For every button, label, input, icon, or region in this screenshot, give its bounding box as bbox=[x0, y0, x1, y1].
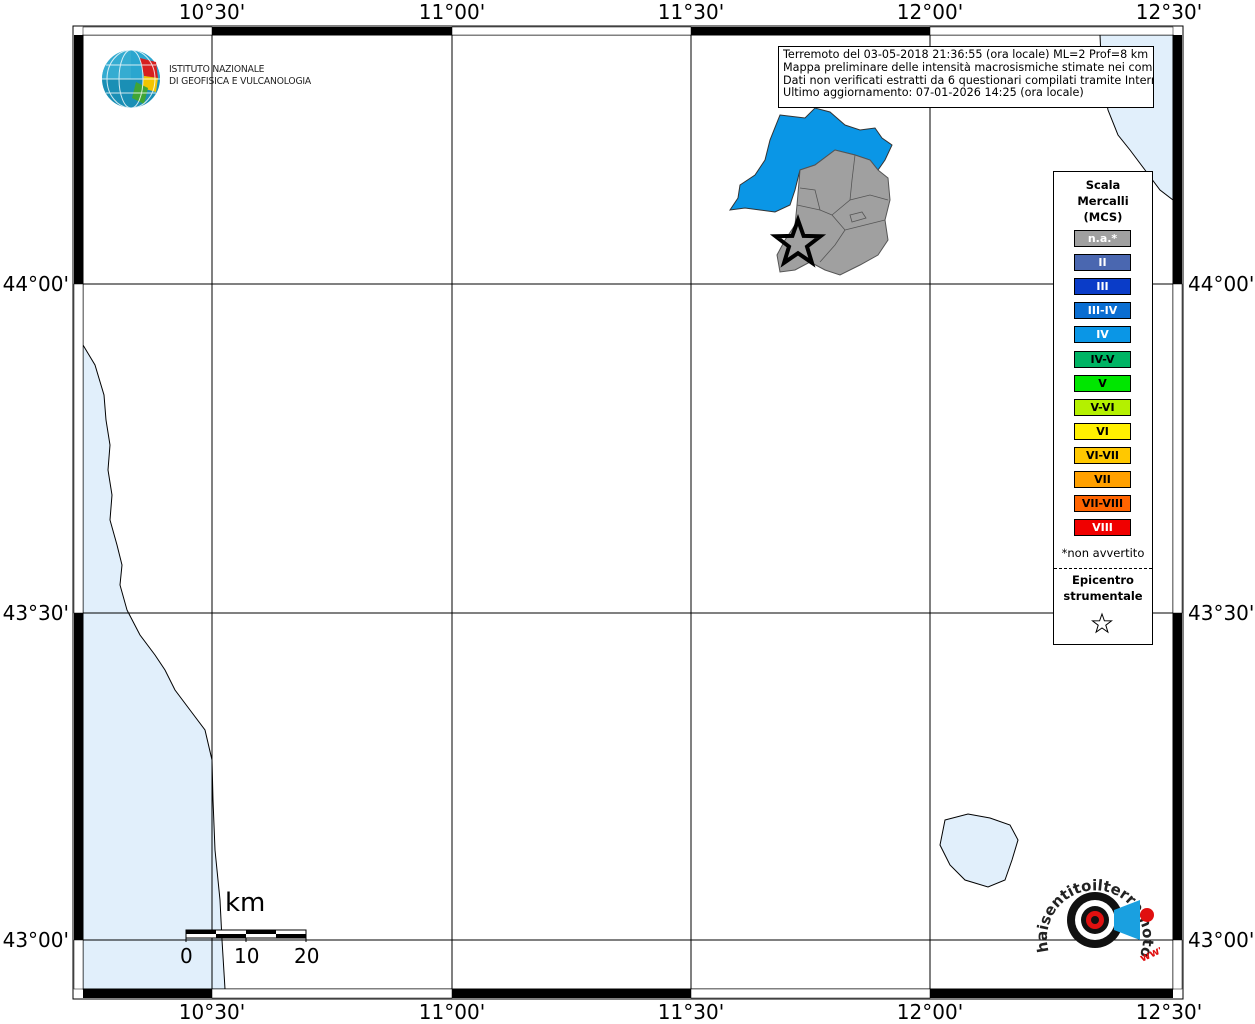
scalebar-label-10: 10 bbox=[234, 944, 260, 968]
legend-epicenter-label: Epicentro strumentale bbox=[1054, 572, 1152, 604]
legend-swatch: n.a.* bbox=[1074, 230, 1131, 247]
haisentito-logo: haisentitoilterremoto.it www. bbox=[1030, 860, 1160, 965]
logo-line2: DI GEOFISICA E VULCANOLOGIA bbox=[169, 76, 312, 87]
legend-swatch: VI bbox=[1074, 422, 1131, 440]
logo-line1: ISTITUTO NAZIONALE bbox=[169, 64, 265, 75]
legend-swatch: V-VI bbox=[1074, 398, 1131, 416]
ingv-logo: ISTITUTO NAZIONALE DI GEOFISICA E VULCAN… bbox=[100, 48, 340, 110]
legend-title: Scala Mercalli (MCS) bbox=[1054, 177, 1152, 225]
top-axis-label: 11°00' bbox=[419, 0, 485, 24]
top-axis-label: 12°00' bbox=[897, 0, 963, 24]
right-axis-label: 43°30' bbox=[1188, 601, 1254, 625]
legend-swatch: V bbox=[1074, 374, 1131, 392]
info-line1: Terremoto del 03-05-2018 21:36:55 (ora l… bbox=[783, 49, 1149, 61]
legend-divider bbox=[1054, 568, 1152, 569]
legend-epicenter-line2: strumentale bbox=[1063, 589, 1143, 603]
earthquake-info-box: Terremoto del 03-05-2018 21:36:55 (ora l… bbox=[778, 46, 1154, 108]
bottom-axis-label: 11°30' bbox=[658, 1000, 724, 1024]
bottom-axis-label: 12°30' bbox=[1136, 1000, 1202, 1024]
legend-title-line3: (MCS) bbox=[1083, 210, 1123, 224]
legend-swatch: VI-VII bbox=[1074, 446, 1131, 464]
legend-swatch: VIII bbox=[1074, 519, 1131, 537]
scalebar-unit: km bbox=[225, 888, 266, 918]
legend-star-icon bbox=[1091, 612, 1113, 634]
left-axis-label: 43°00' bbox=[3, 928, 69, 952]
bottom-axis-label: 11°00' bbox=[419, 1000, 485, 1024]
legend-epicenter-line1: Epicentro bbox=[1072, 573, 1134, 587]
scalebar-label-0: 0 bbox=[180, 944, 193, 968]
top-axis-label: 11°30' bbox=[658, 0, 724, 24]
globe-logo-icon bbox=[102, 49, 160, 109]
top-axis-label: 10°30' bbox=[179, 0, 245, 24]
legend-swatch: VII-VIII bbox=[1074, 495, 1131, 513]
mercalli-legend: Scala Mercalli (MCS) n.a.* II III III-IV IV I… bbox=[1053, 171, 1153, 645]
legend-swatch: II bbox=[1074, 254, 1131, 272]
right-axis-label: 44°00' bbox=[1188, 272, 1254, 296]
scalebar-label-20: 20 bbox=[294, 944, 320, 968]
info-line4: Ultimo aggiornamento: 07-01-2026 14:25 (… bbox=[783, 87, 1084, 100]
legend-swatch: IV-V bbox=[1074, 350, 1131, 368]
top-axis-labels: 10°30' 11°00' 11°30' 12°00' 12°30' bbox=[179, 0, 1202, 24]
info-line3: Dati non verificati estratti da 6 questi… bbox=[783, 74, 1153, 87]
legend-title-line1: Scala bbox=[1085, 178, 1121, 192]
right-axis-label: 43°00' bbox=[1188, 928, 1254, 952]
legend-swatch: III-IV bbox=[1074, 302, 1131, 320]
legend-swatch: IV bbox=[1074, 326, 1131, 344]
bottom-axis-label: 10°30' bbox=[179, 1000, 245, 1024]
left-axis-label: 44°00' bbox=[3, 272, 69, 296]
left-axis-labels: 44°00' 43°30' 43°00' bbox=[3, 272, 69, 952]
legend-title-line2: Mercalli bbox=[1077, 194, 1129, 208]
top-axis-label: 12°30' bbox=[1136, 0, 1202, 24]
legend-swatch: III bbox=[1074, 278, 1131, 296]
left-axis-label: 43°30' bbox=[3, 601, 69, 625]
bottom-axis-label: 12°00' bbox=[897, 1000, 963, 1024]
legend-note: *non avvertito bbox=[1061, 546, 1145, 560]
right-axis-labels: 44°00' 43°30' 43°00' bbox=[1188, 272, 1254, 952]
bottom-axis-labels: 10°30' 11°00' 11°30' 12°00' 12°30' bbox=[179, 1000, 1202, 1024]
legend-swatch: VII bbox=[1074, 471, 1131, 488]
info-line2: Mappa preliminare delle intensità macros… bbox=[783, 61, 1153, 74]
